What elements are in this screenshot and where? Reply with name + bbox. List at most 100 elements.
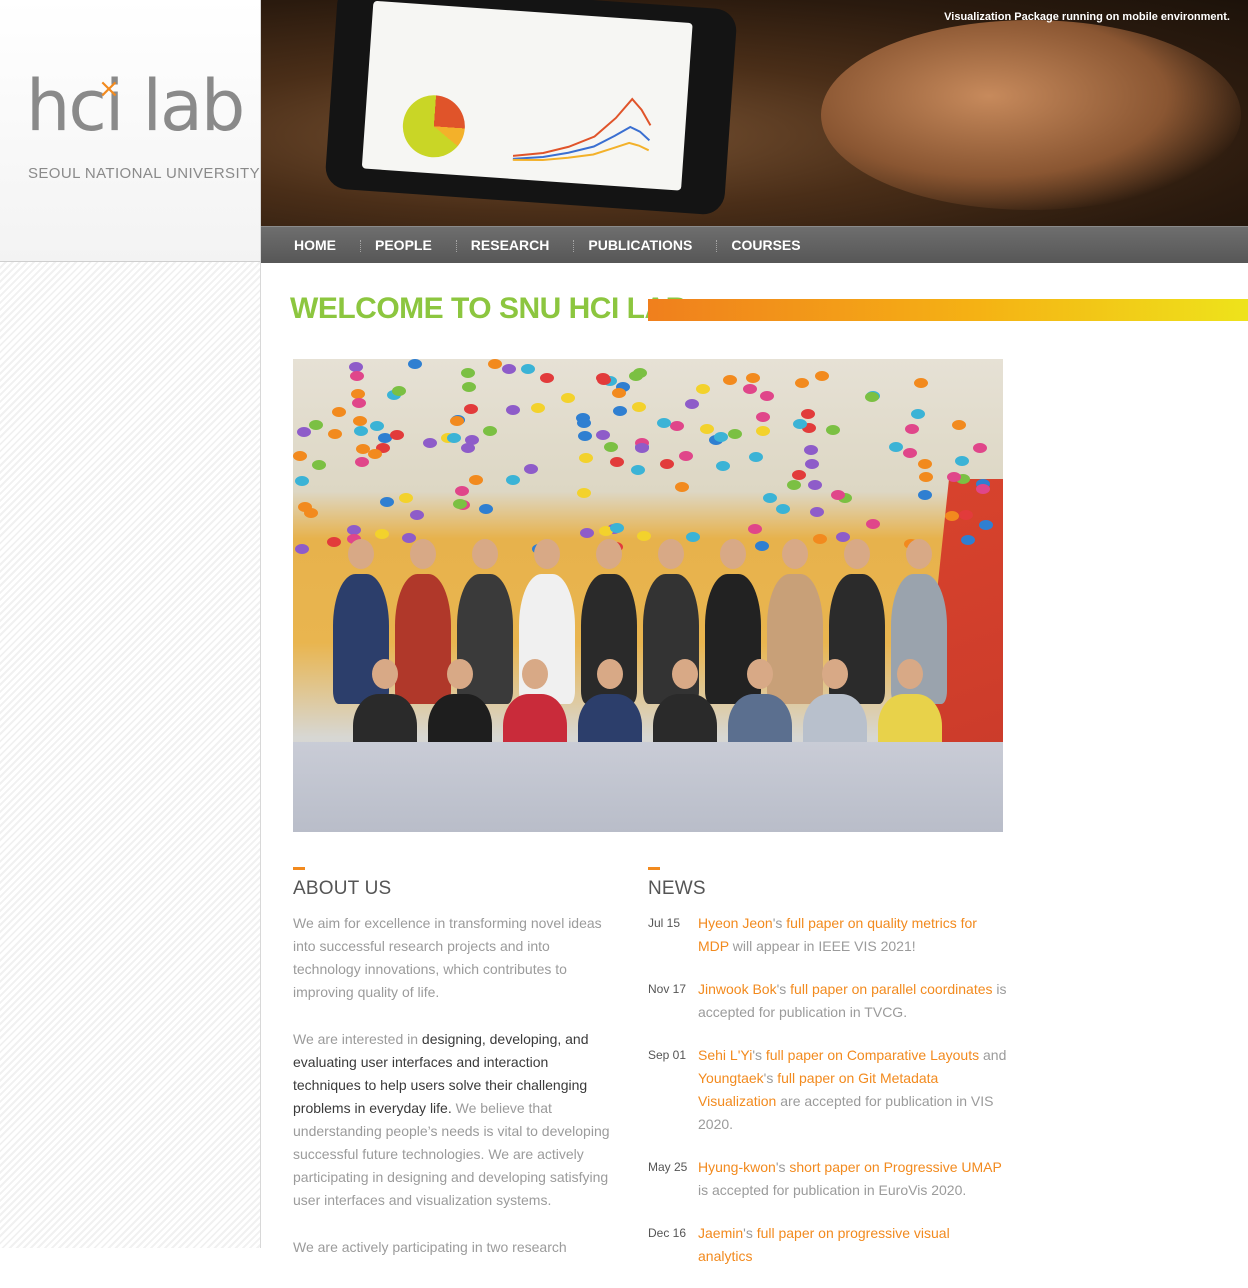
climbing-hold (755, 541, 769, 551)
news-date: May 25 (648, 1160, 688, 1174)
climbing-hold (686, 532, 700, 542)
climbing-hold (889, 442, 903, 452)
climbing-hold (976, 484, 990, 494)
climbing-hold (749, 452, 763, 462)
nav-people[interactable]: PEOPLE (360, 237, 445, 253)
climbing-hold (579, 453, 593, 463)
climbing-hold (596, 430, 610, 440)
climbing-hold (469, 475, 483, 485)
climbing-hold (610, 457, 624, 467)
climbing-hold (392, 386, 406, 396)
news-text: and (979, 1047, 1007, 1063)
news-link[interactable]: Sehi L'Yi (698, 1047, 752, 1063)
news-text: 's (743, 1225, 757, 1241)
nav-research[interactable]: RESEARCH (455, 237, 563, 253)
news-link[interactable]: Jaemin (698, 1225, 743, 1241)
climbing-hold (577, 488, 591, 498)
news-item: May 25 Hyung-kwon's short paper on Progre… (648, 1156, 1008, 1202)
news-body: Jinwook Bok's full paper on parallel coo… (698, 978, 1008, 1024)
page-title: WELCOME TO SNU HCI LAB (290, 292, 687, 325)
climbing-hold (756, 426, 770, 436)
news-list: Jul 15 Hyeon Jeon's full paper on quality… (648, 912, 1008, 1288)
climbing-hold (810, 507, 824, 517)
news-body: Sehi L'Yi's full paper on Comparative La… (698, 1044, 1008, 1136)
person-head (844, 539, 870, 569)
nav-home[interactable]: HOME (281, 237, 349, 253)
climbing-hold (637, 531, 651, 541)
climbing-hold (613, 406, 627, 416)
climbing-hold (352, 398, 366, 408)
tablet-screen (361, 0, 693, 191)
climbing-hold (979, 520, 993, 530)
climbing-hold (293, 451, 307, 461)
news-heading: NEWS (648, 878, 706, 899)
nav-courses[interactable]: COURSES (716, 237, 813, 253)
climbing-hold (561, 393, 575, 403)
logo[interactable]: hci lab × SEOUL NATIONAL UNIVERSITY (0, 0, 261, 262)
person-head (410, 539, 436, 569)
climbing-hold (350, 371, 364, 381)
climbing-hold (462, 382, 476, 392)
climbing-hold (332, 407, 346, 417)
climbing-hold (670, 421, 684, 431)
climbing-hold (479, 504, 493, 514)
climbing-hold (723, 375, 737, 385)
news-text: is accepted for publication in EuroVis 2… (698, 1182, 967, 1198)
climbing-hold (905, 424, 919, 434)
climbing-hold (763, 493, 777, 503)
logo-wordmark: hci lab (26, 65, 245, 147)
news-date: Sep 01 (648, 1048, 687, 1062)
news-link[interactable]: short paper on Progressive UMAP (789, 1159, 1001, 1175)
climbing-hold (955, 456, 969, 466)
news-text: 's (776, 981, 791, 997)
climbing-hold (973, 443, 987, 453)
climbing-hold (506, 405, 520, 415)
climbing-hold (631, 465, 645, 475)
climbing-hold (309, 420, 323, 430)
header-banner-image: Visualization Package running on mobile … (261, 0, 1248, 226)
climbing-hold (610, 523, 624, 533)
climbing-hold (657, 418, 671, 428)
news-link[interactable]: Hyeon Jeon (698, 915, 773, 931)
news-link[interactable]: Youngtaek (698, 1070, 764, 1086)
climbing-hold (728, 429, 742, 439)
about-heading: ABOUT US (293, 878, 392, 899)
climbing-hold (760, 391, 774, 401)
tablet-device (324, 0, 738, 216)
climbing-hold (696, 384, 710, 394)
news-item: Sep 01 Sehi L'Yi's full paper on Comparat… (648, 1044, 1008, 1136)
news-link[interactable]: Hyung-kwon (698, 1159, 776, 1175)
about-paragraph-1: We aim for excellence in transforming no… (293, 915, 602, 1000)
climbing-hold (370, 421, 384, 431)
climbing-hold (295, 544, 309, 554)
climbing-hold (866, 519, 880, 529)
news-body: Jaemin's full paper on progressive visua… (698, 1222, 1008, 1268)
news-accent-mark (648, 867, 660, 870)
climbing-hold (746, 373, 760, 383)
climbing-hold (328, 429, 342, 439)
climbing-hold (297, 427, 311, 437)
climbing-hold (903, 448, 917, 458)
climbing-hold (423, 438, 437, 448)
climbing-hold (776, 504, 790, 514)
news-link[interactable]: full paper on parallel coordinates (790, 981, 992, 997)
pie-chart-graphic (400, 93, 467, 160)
person-head (747, 659, 773, 689)
photo-floor-mat (293, 742, 1003, 832)
climbing-hold (947, 472, 961, 482)
climbing-hold (836, 532, 850, 542)
about-p2-rest: We believe that understanding people’s n… (293, 1100, 610, 1208)
person-head (720, 539, 746, 569)
news-link[interactable]: full paper on Comparative Layouts (766, 1047, 979, 1063)
climbing-hold (578, 431, 592, 441)
climbing-hold (502, 364, 516, 374)
climbing-hold (483, 426, 497, 436)
climbing-hold (805, 459, 819, 469)
climbing-hold (918, 490, 932, 500)
news-link[interactable]: Jinwook Bok (698, 981, 777, 997)
person-head (372, 659, 398, 689)
nav-publications[interactable]: PUBLICATIONS (573, 237, 705, 253)
climbing-hold (390, 430, 404, 440)
climbing-hold (353, 416, 367, 426)
about-text: We aim for excellence in transforming no… (293, 912, 619, 1283)
